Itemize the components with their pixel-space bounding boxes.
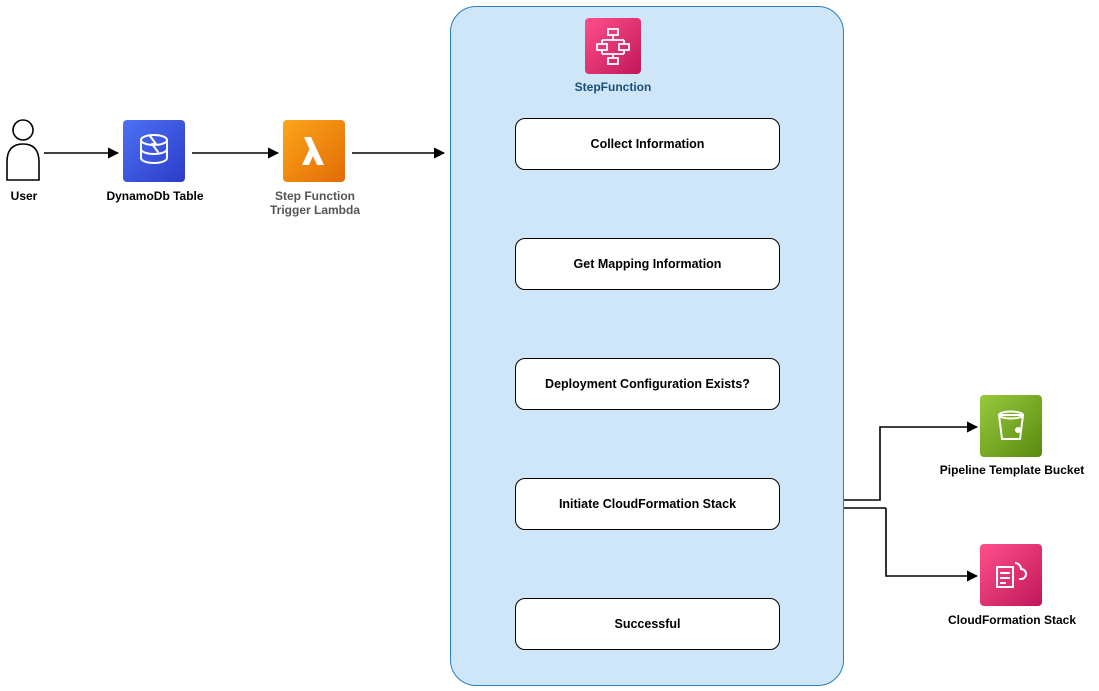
diagram-canvas: User DynamoDb Table Step Function Trigge… [0,0,1099,691]
dynamodb-label: DynamoDb Table [98,189,212,203]
stepfunction-icon [585,18,641,74]
state-label: Collect Information [591,137,705,151]
state-get-mapping: Get Mapping Information [515,238,780,290]
stepfunction-header-label: StepFunction [540,80,686,94]
s3-bucket-label: Pipeline Template Bucket [930,463,1094,477]
lambda-icon [283,120,345,182]
state-initiate-cfn: Initiate CloudFormation Stack [515,478,780,530]
s3-bucket-icon [980,395,1042,457]
dynamodb-icon [123,120,185,182]
state-label: Successful [614,617,680,631]
lambda-label-2: Trigger Lambda [258,203,372,217]
cloudformation-label: CloudFormation Stack [930,613,1094,627]
user-label: User [0,189,48,203]
state-successful: Successful [515,598,780,650]
state-label: Deployment Configuration Exists? [545,377,750,391]
state-collect-information: Collect Information [515,118,780,170]
state-label: Get Mapping Information [574,257,722,271]
state-deploy-config: Deployment Configuration Exists? [515,358,780,410]
state-label: Initiate CloudFormation Stack [559,497,736,511]
lambda-label-1: Step Function [258,189,372,203]
user-icon [4,118,42,182]
stepfunction-container [450,6,844,686]
cloudformation-icon [980,544,1042,606]
